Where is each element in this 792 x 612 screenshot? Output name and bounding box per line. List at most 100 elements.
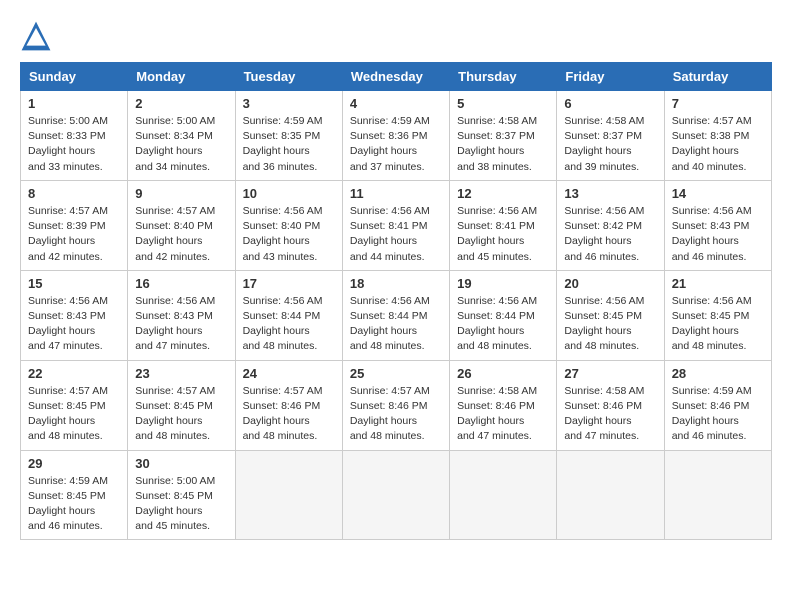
day-info: Sunrise: 5:00 AM Sunset: 8:34 PM Dayligh… <box>135 114 227 175</box>
calendar-cell <box>342 450 449 540</box>
day-number: 10 <box>243 186 335 201</box>
day-number: 8 <box>28 186 120 201</box>
day-info: Sunrise: 4:57 AM Sunset: 8:40 PM Dayligh… <box>135 204 227 265</box>
calendar-cell: 18 Sunrise: 4:56 AM Sunset: 8:44 PM Dayl… <box>342 270 449 360</box>
calendar-cell: 11 Sunrise: 4:56 AM Sunset: 8:41 PM Dayl… <box>342 180 449 270</box>
calendar-cell: 7 Sunrise: 4:57 AM Sunset: 8:38 PM Dayli… <box>664 91 771 181</box>
day-number: 28 <box>672 366 764 381</box>
weekday-header: Wednesday <box>342 63 449 91</box>
calendar-week-row: 8 Sunrise: 4:57 AM Sunset: 8:39 PM Dayli… <box>21 180 772 270</box>
calendar-cell: 21 Sunrise: 4:56 AM Sunset: 8:45 PM Dayl… <box>664 270 771 360</box>
day-number: 14 <box>672 186 764 201</box>
day-number: 13 <box>564 186 656 201</box>
day-info: Sunrise: 4:57 AM Sunset: 8:38 PM Dayligh… <box>672 114 764 175</box>
calendar-cell: 3 Sunrise: 4:59 AM Sunset: 8:35 PM Dayli… <box>235 91 342 181</box>
calendar-week-row: 15 Sunrise: 4:56 AM Sunset: 8:43 PM Dayl… <box>21 270 772 360</box>
day-number: 19 <box>457 276 549 291</box>
day-number: 12 <box>457 186 549 201</box>
day-number: 20 <box>564 276 656 291</box>
calendar-header-row: SundayMondayTuesdayWednesdayThursdayFrid… <box>21 63 772 91</box>
day-info: Sunrise: 4:57 AM Sunset: 8:45 PM Dayligh… <box>28 384 120 445</box>
calendar-cell: 10 Sunrise: 4:56 AM Sunset: 8:40 PM Dayl… <box>235 180 342 270</box>
calendar-cell: 20 Sunrise: 4:56 AM Sunset: 8:45 PM Dayl… <box>557 270 664 360</box>
calendar-cell: 9 Sunrise: 4:57 AM Sunset: 8:40 PM Dayli… <box>128 180 235 270</box>
header <box>20 20 772 52</box>
calendar-cell: 16 Sunrise: 4:56 AM Sunset: 8:43 PM Dayl… <box>128 270 235 360</box>
day-number: 18 <box>350 276 442 291</box>
weekday-header: Saturday <box>664 63 771 91</box>
day-info: Sunrise: 4:56 AM Sunset: 8:40 PM Dayligh… <box>243 204 335 265</box>
weekday-header: Thursday <box>450 63 557 91</box>
calendar-cell: 29 Sunrise: 4:59 AM Sunset: 8:45 PM Dayl… <box>21 450 128 540</box>
day-info: Sunrise: 4:56 AM Sunset: 8:41 PM Dayligh… <box>457 204 549 265</box>
day-info: Sunrise: 4:59 AM Sunset: 8:46 PM Dayligh… <box>672 384 764 445</box>
day-info: Sunrise: 4:56 AM Sunset: 8:44 PM Dayligh… <box>243 294 335 355</box>
calendar-week-row: 29 Sunrise: 4:59 AM Sunset: 8:45 PM Dayl… <box>21 450 772 540</box>
calendar-cell <box>557 450 664 540</box>
weekday-header: Friday <box>557 63 664 91</box>
day-number: 15 <box>28 276 120 291</box>
day-info: Sunrise: 4:56 AM Sunset: 8:44 PM Dayligh… <box>350 294 442 355</box>
day-info: Sunrise: 5:00 AM Sunset: 8:45 PM Dayligh… <box>135 474 227 535</box>
calendar-cell: 23 Sunrise: 4:57 AM Sunset: 8:45 PM Dayl… <box>128 360 235 450</box>
day-number: 11 <box>350 186 442 201</box>
calendar-cell <box>235 450 342 540</box>
calendar-cell: 30 Sunrise: 5:00 AM Sunset: 8:45 PM Dayl… <box>128 450 235 540</box>
day-info: Sunrise: 4:56 AM Sunset: 8:43 PM Dayligh… <box>135 294 227 355</box>
calendar-body: 1 Sunrise: 5:00 AM Sunset: 8:33 PM Dayli… <box>21 91 772 540</box>
logo <box>20 20 58 52</box>
day-number: 4 <box>350 96 442 111</box>
calendar-cell: 24 Sunrise: 4:57 AM Sunset: 8:46 PM Dayl… <box>235 360 342 450</box>
calendar-cell: 22 Sunrise: 4:57 AM Sunset: 8:45 PM Dayl… <box>21 360 128 450</box>
day-number: 27 <box>564 366 656 381</box>
day-number: 21 <box>672 276 764 291</box>
day-info: Sunrise: 4:57 AM Sunset: 8:46 PM Dayligh… <box>350 384 442 445</box>
calendar-cell: 13 Sunrise: 4:56 AM Sunset: 8:42 PM Dayl… <box>557 180 664 270</box>
calendar-cell: 6 Sunrise: 4:58 AM Sunset: 8:37 PM Dayli… <box>557 91 664 181</box>
calendar-cell: 12 Sunrise: 4:56 AM Sunset: 8:41 PM Dayl… <box>450 180 557 270</box>
day-info: Sunrise: 4:58 AM Sunset: 8:37 PM Dayligh… <box>564 114 656 175</box>
calendar-cell: 5 Sunrise: 4:58 AM Sunset: 8:37 PM Dayli… <box>450 91 557 181</box>
day-number: 5 <box>457 96 549 111</box>
day-number: 7 <box>672 96 764 111</box>
weekday-header: Tuesday <box>235 63 342 91</box>
calendar-cell: 15 Sunrise: 4:56 AM Sunset: 8:43 PM Dayl… <box>21 270 128 360</box>
day-info: Sunrise: 4:57 AM Sunset: 8:45 PM Dayligh… <box>135 384 227 445</box>
day-info: Sunrise: 4:56 AM Sunset: 8:45 PM Dayligh… <box>672 294 764 355</box>
day-info: Sunrise: 4:56 AM Sunset: 8:44 PM Dayligh… <box>457 294 549 355</box>
calendar-week-row: 22 Sunrise: 4:57 AM Sunset: 8:45 PM Dayl… <box>21 360 772 450</box>
day-number: 29 <box>28 456 120 471</box>
calendar-cell: 14 Sunrise: 4:56 AM Sunset: 8:43 PM Dayl… <box>664 180 771 270</box>
calendar-table: SundayMondayTuesdayWednesdayThursdayFrid… <box>20 62 772 540</box>
calendar-cell: 28 Sunrise: 4:59 AM Sunset: 8:46 PM Dayl… <box>664 360 771 450</box>
day-info: Sunrise: 4:56 AM Sunset: 8:43 PM Dayligh… <box>28 294 120 355</box>
calendar-cell: 25 Sunrise: 4:57 AM Sunset: 8:46 PM Dayl… <box>342 360 449 450</box>
day-info: Sunrise: 5:00 AM Sunset: 8:33 PM Dayligh… <box>28 114 120 175</box>
day-number: 3 <box>243 96 335 111</box>
day-number: 26 <box>457 366 549 381</box>
calendar-cell: 27 Sunrise: 4:58 AM Sunset: 8:46 PM Dayl… <box>557 360 664 450</box>
calendar-cell: 2 Sunrise: 5:00 AM Sunset: 8:34 PM Dayli… <box>128 91 235 181</box>
day-info: Sunrise: 4:58 AM Sunset: 8:37 PM Dayligh… <box>457 114 549 175</box>
calendar-cell: 4 Sunrise: 4:59 AM Sunset: 8:36 PM Dayli… <box>342 91 449 181</box>
day-number: 22 <box>28 366 120 381</box>
day-number: 17 <box>243 276 335 291</box>
day-info: Sunrise: 4:57 AM Sunset: 8:39 PM Dayligh… <box>28 204 120 265</box>
day-info: Sunrise: 4:57 AM Sunset: 8:46 PM Dayligh… <box>243 384 335 445</box>
day-number: 9 <box>135 186 227 201</box>
weekday-header: Monday <box>128 63 235 91</box>
calendar-cell <box>450 450 557 540</box>
logo-icon <box>20 20 52 52</box>
day-info: Sunrise: 4:56 AM Sunset: 8:41 PM Dayligh… <box>350 204 442 265</box>
weekday-header: Sunday <box>21 63 128 91</box>
day-number: 2 <box>135 96 227 111</box>
day-number: 30 <box>135 456 227 471</box>
day-number: 23 <box>135 366 227 381</box>
calendar-cell: 17 Sunrise: 4:56 AM Sunset: 8:44 PM Dayl… <box>235 270 342 360</box>
day-info: Sunrise: 4:56 AM Sunset: 8:45 PM Dayligh… <box>564 294 656 355</box>
day-info: Sunrise: 4:56 AM Sunset: 8:42 PM Dayligh… <box>564 204 656 265</box>
day-number: 16 <box>135 276 227 291</box>
day-info: Sunrise: 4:56 AM Sunset: 8:43 PM Dayligh… <box>672 204 764 265</box>
calendar-cell: 19 Sunrise: 4:56 AM Sunset: 8:44 PM Dayl… <box>450 270 557 360</box>
calendar-week-row: 1 Sunrise: 5:00 AM Sunset: 8:33 PM Dayli… <box>21 91 772 181</box>
